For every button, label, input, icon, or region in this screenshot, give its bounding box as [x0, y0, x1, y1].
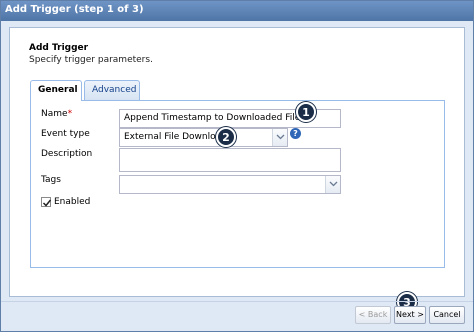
- checkmark-icon: [42, 199, 52, 207]
- description-label: Description: [41, 149, 93, 159]
- event-type-combo[interactable]: External File Download: [119, 128, 288, 147]
- enabled-label: Enabled: [54, 197, 91, 207]
- callout-badge-1: 1: [296, 102, 316, 122]
- event-type-label: Event type: [41, 129, 90, 139]
- name-label-text: Name: [41, 109, 68, 119]
- step-header: Add Trigger Specify trigger parameters.: [29, 43, 153, 65]
- footer-separator: [1, 301, 473, 302]
- title-bar[interactable]: Add Trigger (step 1 of 3): [1, 1, 473, 21]
- step-subtitle: Specify trigger parameters.: [29, 55, 153, 65]
- chevron-down-icon: [329, 181, 338, 187]
- event-type-dropdown-button[interactable]: [272, 129, 287, 146]
- window-title: Add Trigger (step 1 of 3): [5, 4, 144, 15]
- tags-combo[interactable]: [119, 175, 341, 194]
- tags-label: Tags: [41, 175, 61, 185]
- add-trigger-dialog: Add Trigger (step 1 of 3) Add Trigger Sp…: [0, 0, 474, 332]
- callout-badge-2: 2: [216, 127, 236, 147]
- name-label: Name*: [41, 109, 72, 119]
- event-type-value: External File Download: [124, 132, 227, 142]
- cancel-button[interactable]: Cancel: [429, 306, 465, 324]
- enabled-checkbox[interactable]: [41, 197, 52, 207]
- tags-dropdown-button[interactable]: [325, 176, 340, 193]
- help-icon[interactable]: ?: [290, 128, 301, 139]
- name-value: Append Timestamp to Downloaded Files: [124, 113, 305, 123]
- next-button[interactable]: Next >: [394, 306, 426, 324]
- step-title: Add Trigger: [29, 43, 89, 53]
- back-button[interactable]: < Back: [355, 306, 391, 324]
- tab-general[interactable]: General: [30, 80, 82, 101]
- required-mark: *: [67, 109, 73, 119]
- chevron-down-icon: [276, 134, 285, 140]
- description-field[interactable]: [119, 148, 341, 172]
- tab-advanced[interactable]: Advanced: [84, 80, 140, 100]
